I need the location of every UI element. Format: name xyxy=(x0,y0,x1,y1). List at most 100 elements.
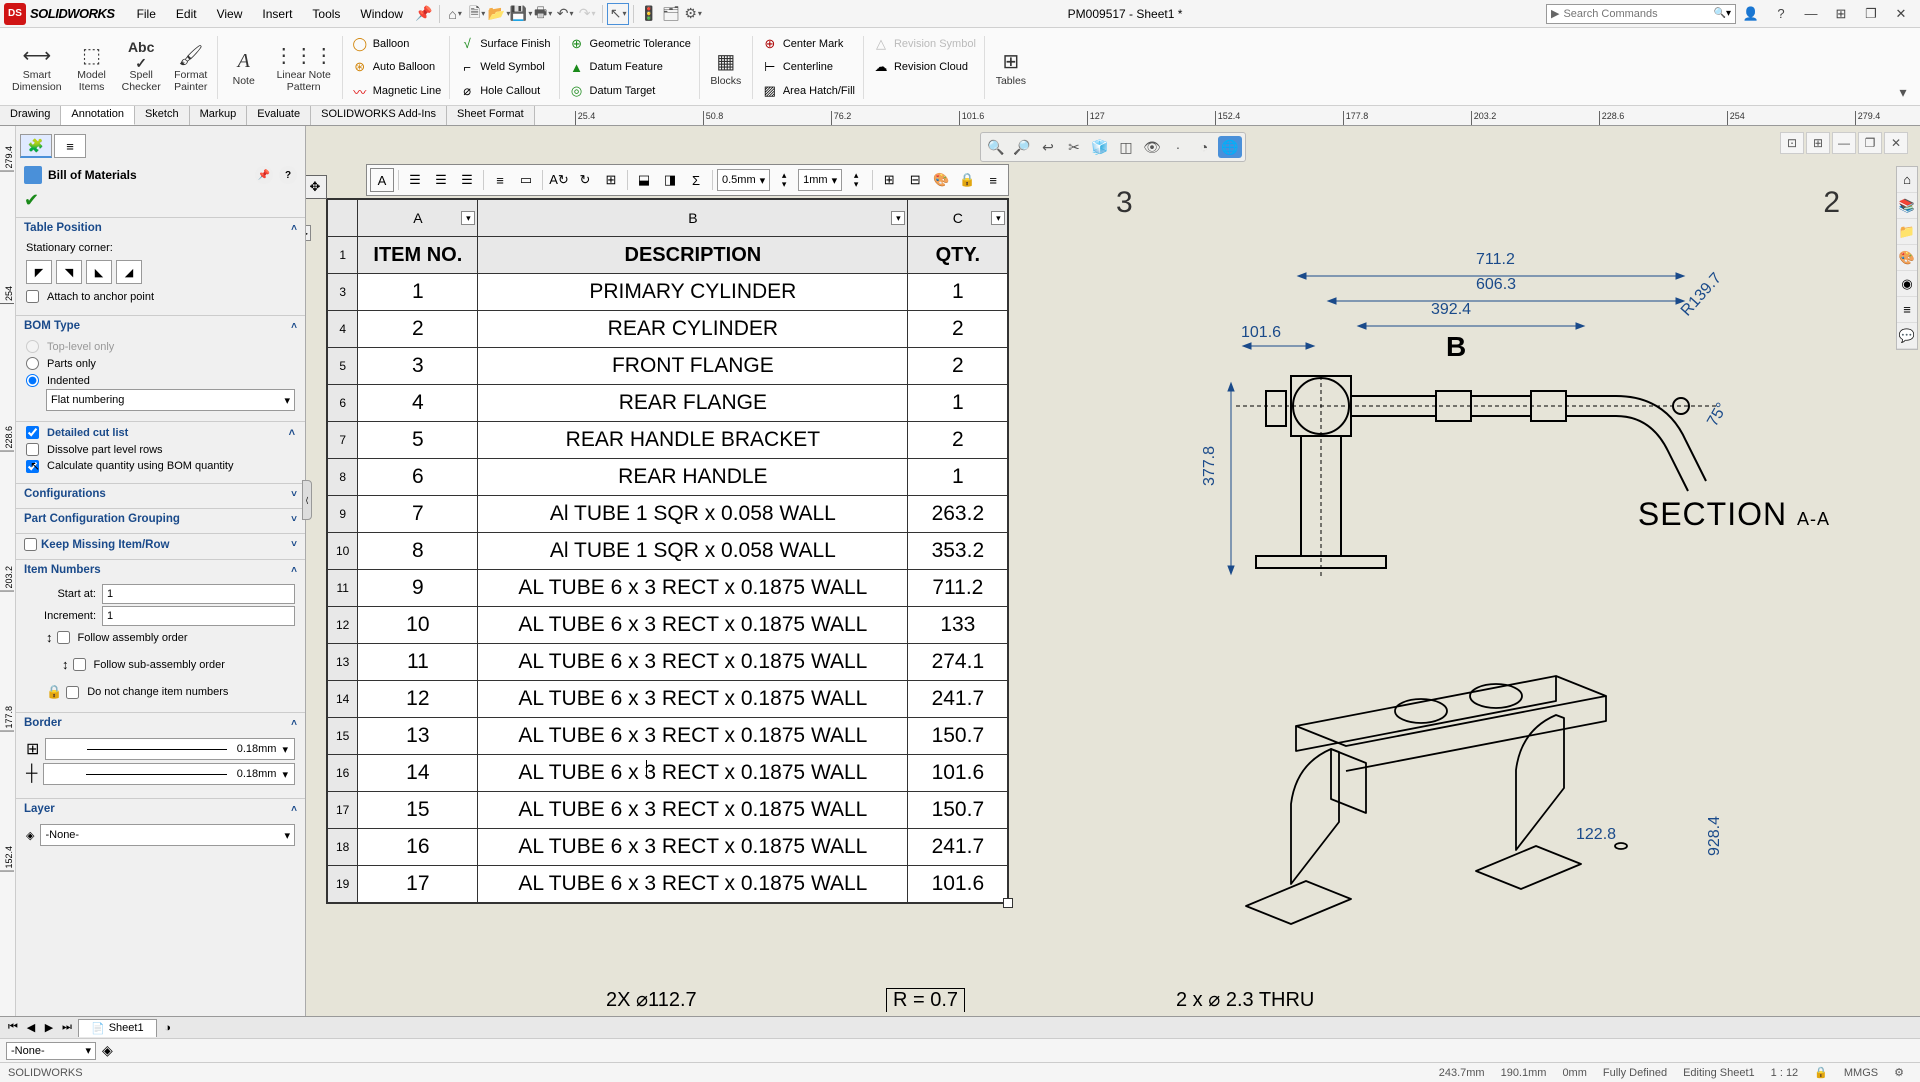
table-row[interactable]: 42REAR CYLINDER2 xyxy=(328,311,1008,348)
select-icon[interactable]: ↖▾ xyxy=(607,3,629,25)
follow-assembly-checkbox[interactable]: ↕Follow assembly order xyxy=(26,628,295,647)
status-gear-icon[interactable]: ⚙ xyxy=(1894,1066,1904,1079)
section-layer[interactable]: Layer˄ xyxy=(16,799,305,819)
corner-tl-button[interactable]: ◤ xyxy=(26,260,52,284)
panel-tab-tree[interactable]: 🧩 xyxy=(20,134,52,158)
pin-icon[interactable]: 📌 xyxy=(413,3,435,25)
bom-cell[interactable]: 16 xyxy=(358,829,478,866)
bom-cell[interactable]: 101.6 xyxy=(908,755,1008,792)
tab-sheet-format[interactable]: Sheet Format xyxy=(447,106,535,125)
undo-icon[interactable]: ↶▾ xyxy=(554,3,576,25)
section-part-config-grouping[interactable]: Part Configuration Grouping˅ xyxy=(16,509,305,529)
table-row[interactable]: 119AL TUBE 6 x 3 RECT x 0.1875 WALL711.2 xyxy=(328,570,1008,607)
pm-ok-button[interactable]: ✔ xyxy=(16,188,305,213)
col-dropdown-icon[interactable]: ▾ xyxy=(991,211,1005,225)
follow-subassembly-checkbox[interactable]: ↕Follow sub-assembly order xyxy=(26,655,295,674)
detailed-cut-list-checkbox[interactable]: Detailed cut list˄ xyxy=(26,424,295,441)
help-icon[interactable]: ? xyxy=(1766,3,1796,25)
bom-cell[interactable]: 6 xyxy=(358,459,478,496)
bom-cell[interactable]: 9 xyxy=(358,570,478,607)
bom-cell[interactable]: 274.1 xyxy=(908,644,1008,681)
bom-cell[interactable]: 11 xyxy=(358,644,478,681)
insert-row-button[interactable]: ⬓ xyxy=(632,168,656,192)
table-row[interactable]: 75REAR HANDLE BRACKET2 xyxy=(328,422,1008,459)
centerline-button[interactable]: ⊢Centerline xyxy=(757,56,859,78)
minimize-icon[interactable]: — xyxy=(1796,3,1826,25)
dissolve-rows-checkbox[interactable]: Dissolve part level rows xyxy=(26,441,295,458)
bom-cell[interactable]: 353.2 xyxy=(908,533,1008,570)
bom-cell[interactable]: 241.7 xyxy=(908,829,1008,866)
align-left-button[interactable]: ☰ xyxy=(403,168,427,192)
bom-cell[interactable]: 1 xyxy=(908,459,1008,496)
bom-cell[interactable]: Al TUBE 1 SQR x 0.058 WALL xyxy=(478,533,908,570)
bom-cell[interactable]: AL TUBE 6 x 3 RECT x 0.1875 WALL xyxy=(478,829,908,866)
table-row[interactable]: 1816AL TUBE 6 x 3 RECT x 0.1875 WALL241.… xyxy=(328,829,1008,866)
sheet-nav-first[interactable]: ⏮ xyxy=(4,1019,22,1037)
bom-cell[interactable]: 1 xyxy=(358,274,478,311)
options-icon[interactable]: 🗂 xyxy=(660,3,682,25)
task-forum-icon[interactable]: 💬 xyxy=(1897,323,1917,349)
bom-cell[interactable]: REAR HANDLE BRACKET xyxy=(478,422,908,459)
display-style-icon[interactable]: ◫ xyxy=(1114,136,1138,158)
table-row[interactable]: 1614AL TUBE 6 x 3 RECT x 0.1875 WALL101.… xyxy=(328,755,1008,792)
tab-annotation[interactable]: Annotation xyxy=(61,106,135,125)
layer-manager-icon[interactable]: ◈ xyxy=(102,1042,113,1059)
table-corner[interactable] xyxy=(328,200,358,237)
increment-input[interactable] xyxy=(102,606,295,626)
repeat-button[interactable]: ↻ xyxy=(573,168,597,192)
current-layer-select[interactable]: -None-▾ xyxy=(6,1042,96,1060)
bom-cell[interactable]: AL TUBE 6 x 3 RECT x 0.1875 WALL xyxy=(478,718,908,755)
bom-cell[interactable]: 3 xyxy=(358,348,478,385)
ribbon-expand-icon[interactable]: ▾ xyxy=(1892,81,1914,103)
search-input[interactable] xyxy=(1563,8,1713,20)
task-library-icon[interactable]: 📚 xyxy=(1897,193,1917,219)
table-resize-handle[interactable] xyxy=(1003,898,1013,908)
grid1-button[interactable]: ⊞ xyxy=(877,168,901,192)
bom-cell[interactable]: REAR CYLINDER xyxy=(478,311,908,348)
row-header[interactable]: 17 xyxy=(328,792,358,829)
tab-sketch[interactable]: Sketch xyxy=(135,106,190,125)
bom-cell[interactable]: 2 xyxy=(908,422,1008,459)
drawing-canvas[interactable]: 🔍 🔎 ↩ ✂ 🧊 ◫ 👁 · ◔ 🌐 ⊡ ⊞ — ❐ ✕ A ☰ ☰ ☰ ≡ xyxy=(306,126,1920,1016)
rebuild-icon[interactable]: 🚦 xyxy=(638,3,660,25)
lock-button[interactable]: 🔒 xyxy=(955,168,979,192)
auto-balloon-button[interactable]: ⊛Auto Balloon xyxy=(347,56,446,78)
row-header[interactable]: 19 xyxy=(328,866,358,903)
bom-cell[interactable]: 1 xyxy=(908,274,1008,311)
table-row[interactable]: 1917AL TUBE 6 x 3 RECT x 0.1875 WALL101.… xyxy=(328,866,1008,903)
bom-cell[interactable]: 133 xyxy=(908,607,1008,644)
table-row[interactable]: 64REAR FLANGE1 xyxy=(328,385,1008,422)
panel-tab-props[interactable]: ≡ xyxy=(54,134,86,158)
col-header-C[interactable]: C▾ xyxy=(908,200,1008,237)
tab-drawing[interactable]: Drawing xyxy=(0,106,61,125)
bom-cell[interactable]: FRONT FLANGE xyxy=(478,348,908,385)
hole-callout-button[interactable]: ⌀Hole Callout xyxy=(454,80,554,102)
section-table-position[interactable]: Table Position˄ xyxy=(16,218,305,238)
tables-button[interactable]: ⊞Tables xyxy=(987,32,1035,103)
bom-cell[interactable]: AL TUBE 6 x 3 RECT x 0.1875 WALL xyxy=(478,570,908,607)
row-header[interactable]: 1 xyxy=(328,237,358,274)
bom-indented-radio[interactable]: Indented xyxy=(26,372,295,389)
task-resources-icon[interactable]: ⌂ xyxy=(1897,167,1917,193)
corner-bl-button[interactable]: ◣ xyxy=(86,260,112,284)
settings-icon[interactable]: ⚙▾ xyxy=(682,3,704,25)
bom-cell[interactable]: 150.7 xyxy=(908,792,1008,829)
menu-insert[interactable]: Insert xyxy=(252,7,302,21)
zoom-fit-icon[interactable]: 🔍 xyxy=(984,136,1008,158)
sheet-nav-last[interactable]: ⏭ xyxy=(58,1019,76,1037)
row-header[interactable]: 11 xyxy=(328,570,358,607)
bom-parts-only-radio[interactable]: Parts only xyxy=(26,355,295,372)
row-header[interactable]: 15 xyxy=(328,718,358,755)
bom-header-cell[interactable]: DESCRIPTION xyxy=(478,237,908,274)
sheet-add-icon[interactable]: ◑ xyxy=(159,1019,177,1037)
row-header[interactable]: 3 xyxy=(328,274,358,311)
start-at-input[interactable] xyxy=(102,584,295,604)
bom-table[interactable]: ✥ ▸ A▾B▾C▾1ITEM NO.DESCRIPTIONQTY.31PRIM… xyxy=(326,198,1009,904)
attach-anchor-checkbox[interactable]: Attach to anchor point xyxy=(26,288,295,305)
open-icon[interactable]: 📂▾ xyxy=(488,3,510,25)
bom-cell[interactable]: 101.6 xyxy=(908,866,1008,903)
color-button[interactable]: 🎨 xyxy=(929,168,953,192)
corner-tr-button[interactable]: ◥ xyxy=(56,260,82,284)
prev-view-icon[interactable]: ↩ xyxy=(1036,136,1060,158)
section-view-icon[interactable]: ✂ xyxy=(1062,136,1086,158)
